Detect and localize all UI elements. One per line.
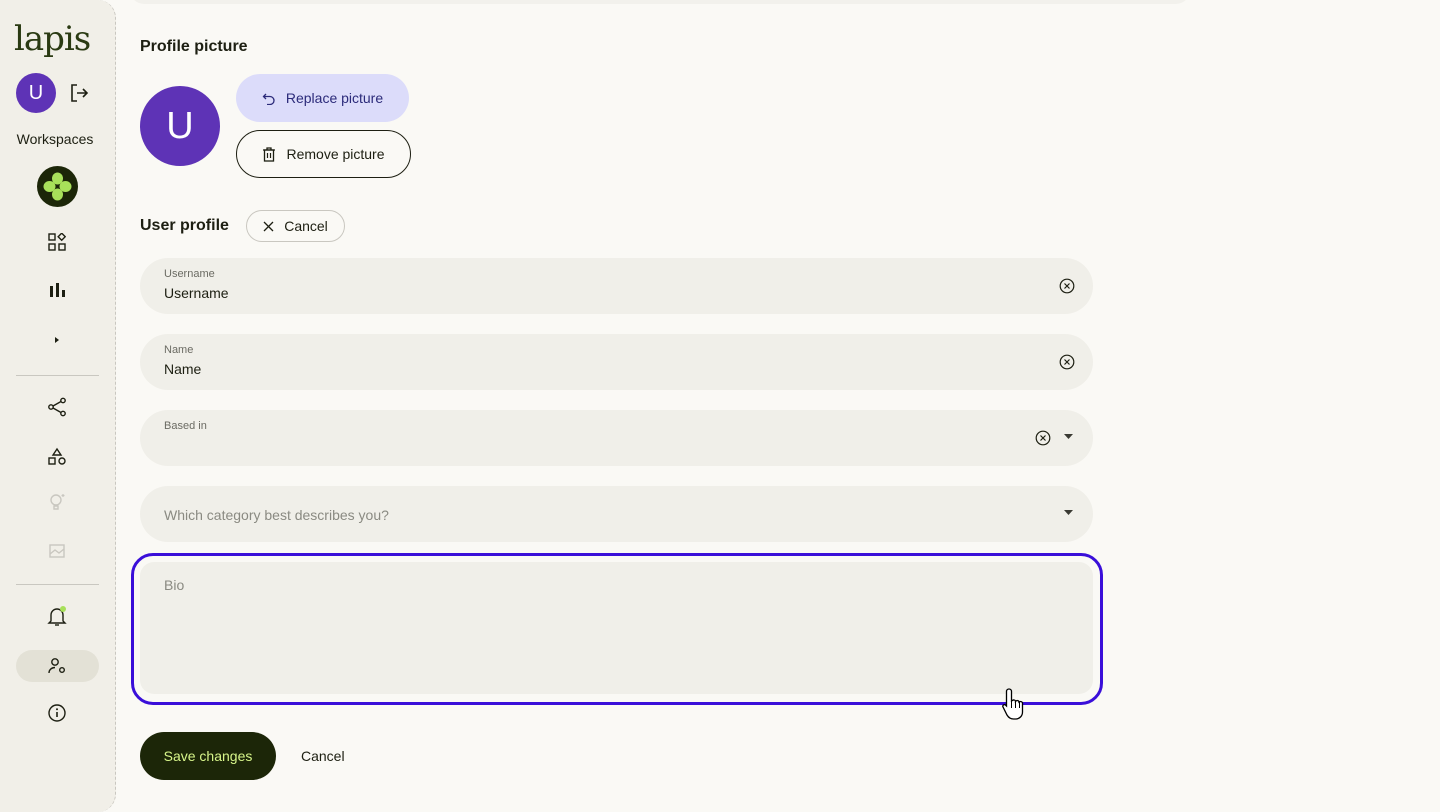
- chevron-down-icon[interactable]: [1064, 510, 1073, 516]
- app-logo[interactable]: lapis: [14, 22, 91, 56]
- user-profile-title: User profile: [140, 217, 229, 234]
- based-in-label: Based in: [164, 420, 207, 432]
- close-icon: [263, 221, 274, 231]
- bell-icon[interactable]: [46, 606, 68, 628]
- trash-icon: [263, 146, 276, 162]
- bio-placeholder: Bio: [164, 577, 185, 593]
- remove-picture-button[interactable]: Remove picture: [236, 130, 411, 178]
- replace-picture-label: Replace picture: [285, 90, 384, 106]
- share-icon[interactable]: [46, 396, 68, 418]
- name-field[interactable]: Name Name: [140, 334, 1093, 390]
- category-placeholder: Which category best describes you?: [164, 507, 389, 523]
- username-field[interactable]: Username Username: [140, 258, 1093, 314]
- bulb-icon: [46, 491, 68, 513]
- username-value[interactable]: Username: [164, 285, 229, 301]
- hand-cursor-icon: [1002, 688, 1024, 720]
- undo-icon: [262, 93, 275, 105]
- name-value[interactable]: Name: [164, 361, 201, 377]
- profile-picture-title: Profile picture: [140, 38, 248, 55]
- username-label: Username: [164, 268, 215, 280]
- chevron-right-icon[interactable]: [46, 329, 68, 351]
- clear-based-in-icon[interactable]: [1035, 430, 1051, 446]
- logout-icon[interactable]: [68, 82, 90, 104]
- clear-username-icon[interactable]: [1059, 278, 1075, 294]
- save-changes-button[interactable]: Save changes: [140, 732, 276, 780]
- sidebar-divider: [16, 584, 99, 585]
- user-settings-icon[interactable]: [46, 655, 68, 677]
- clear-name-icon[interactable]: [1059, 354, 1075, 370]
- workspaces-label: Workspaces: [16, 131, 94, 147]
- replace-picture-button[interactable]: Replace picture: [236, 74, 409, 122]
- image-icon: [46, 540, 68, 562]
- workspace-logo-icon[interactable]: [37, 166, 78, 207]
- chevron-down-icon[interactable]: [1064, 434, 1073, 440]
- grid-icon[interactable]: [46, 231, 68, 253]
- cancel-edit-button[interactable]: Cancel: [246, 210, 345, 242]
- info-icon[interactable]: [46, 702, 68, 724]
- remove-picture-label: Remove picture: [286, 146, 385, 162]
- name-label: Name: [164, 344, 194, 356]
- category-select[interactable]: Which category best describes you?: [140, 486, 1093, 542]
- cancel-edit-label: Cancel: [284, 218, 328, 234]
- cancel-button[interactable]: Cancel: [301, 748, 345, 764]
- bio-textarea[interactable]: Bio: [140, 562, 1093, 694]
- shapes-icon[interactable]: [46, 446, 68, 468]
- sidebar-divider: [16, 375, 99, 376]
- header-edge: [130, 0, 1190, 4]
- based-in-field[interactable]: Based in: [140, 410, 1093, 466]
- bar-chart-icon[interactable]: [46, 279, 68, 301]
- user-avatar[interactable]: U: [16, 73, 56, 113]
- sidebar: lapis U Workspaces: [0, 0, 116, 812]
- profile-avatar: U: [140, 86, 220, 166]
